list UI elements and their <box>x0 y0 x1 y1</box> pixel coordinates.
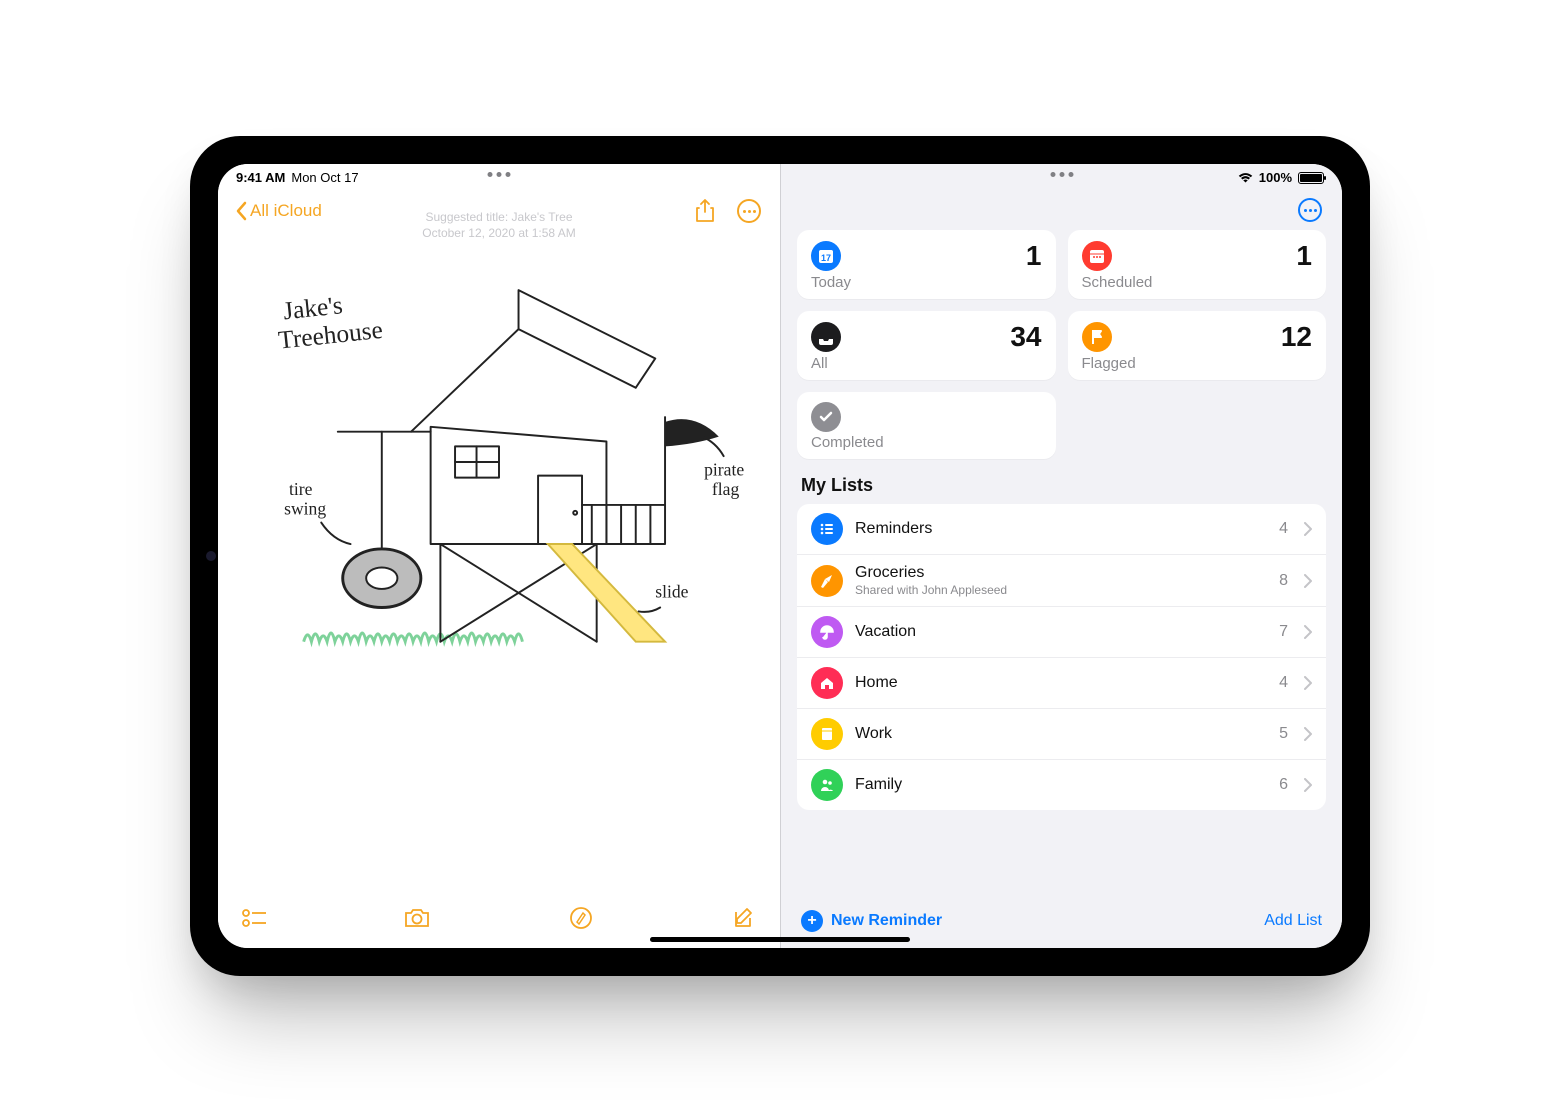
calendar-today-icon: 17 <box>811 241 841 271</box>
smart-scheduled[interactable]: 1 Scheduled <box>1068 230 1327 299</box>
treehouse-sketch: .ink{stroke:#222;stroke-width:2;fill:non… <box>244 251 754 671</box>
camera-icon <box>404 907 430 929</box>
markup-pen-icon <box>569 906 593 930</box>
camera-button[interactable] <box>403 904 431 932</box>
plus-circle-icon: + <box>801 910 823 932</box>
list-row[interactable]: GroceriesShared with John Appleseed 8 <box>797 555 1326 607</box>
checkmark-icon <box>811 402 841 432</box>
scheduled-label: Scheduled <box>1082 274 1313 291</box>
list-count: 4 <box>1279 674 1288 692</box>
my-lists-header: My Lists <box>781 459 1342 500</box>
markup-button[interactable] <box>567 904 595 932</box>
list-name: Work <box>855 725 1267 743</box>
umbrella-icon <box>811 616 843 648</box>
home-icon <box>811 667 843 699</box>
list-icon <box>811 513 843 545</box>
ipad-frame: 9:41 AM Mon Oct 17 100% All iCloud <box>190 136 1370 976</box>
notes-app: All iCloud Suggested title: Jake's Tree … <box>218 164 780 948</box>
svg-text:17: 17 <box>821 253 831 263</box>
tray-icon <box>811 322 841 352</box>
all-count: 34 <box>1010 321 1041 353</box>
carrot-icon <box>811 565 843 597</box>
list-text: Home <box>855 674 1267 692</box>
reminders-more-button[interactable] <box>1298 198 1322 222</box>
checklist-button[interactable] <box>240 904 268 932</box>
list-name: Family <box>855 776 1267 794</box>
list-text: GroceriesShared with John Appleseed <box>855 564 1267 597</box>
flag-icon <box>1082 322 1112 352</box>
svg-text:swing: swing <box>284 499 326 519</box>
note-metadata: Suggested title: Jake's Tree October 12,… <box>218 210 780 241</box>
chevron-right-icon <box>1304 522 1312 536</box>
completed-label: Completed <box>811 434 1042 451</box>
wifi-icon <box>1238 172 1253 184</box>
chevron-right-icon <box>1304 676 1312 690</box>
compose-icon <box>732 906 756 930</box>
svg-text:tire: tire <box>289 479 313 499</box>
battery-icon <box>1298 172 1324 184</box>
multitask-control-right[interactable] <box>1050 172 1073 177</box>
list-text: Vacation <box>855 623 1267 641</box>
list-count: 5 <box>1279 725 1288 743</box>
chevron-right-icon <box>1304 778 1312 792</box>
list-count: 8 <box>1279 572 1288 590</box>
list-text: Reminders <box>855 520 1267 538</box>
screen: 9:41 AM Mon Oct 17 100% All iCloud <box>218 164 1342 948</box>
status-bar: 9:41 AM Mon Oct 17 100% <box>236 170 1324 185</box>
my-lists-card: Reminders 4 GroceriesShared with John Appl… <box>797 504 1326 810</box>
home-indicator[interactable] <box>650 937 910 942</box>
list-text: Work <box>855 725 1267 743</box>
all-label: All <box>811 355 1042 372</box>
list-row[interactable]: Family 6 <box>797 760 1326 810</box>
list-row[interactable]: Work 5 <box>797 709 1326 760</box>
list-name: Reminders <box>855 520 1267 538</box>
people-icon <box>811 769 843 801</box>
list-row[interactable]: Home 4 <box>797 658 1326 709</box>
smart-flagged[interactable]: 12 Flagged <box>1068 311 1327 380</box>
new-reminder-button[interactable]: + New Reminder <box>801 910 942 932</box>
today-label: Today <box>811 274 1042 291</box>
compose-button[interactable] <box>730 904 758 932</box>
camera-dot <box>206 551 216 561</box>
list-name: Vacation <box>855 623 1267 641</box>
add-list-button[interactable]: Add List <box>1264 912 1322 930</box>
checklist-icon <box>242 908 266 928</box>
svg-text:pirate: pirate <box>704 460 744 480</box>
flagged-label: Flagged <box>1082 355 1313 372</box>
list-text: Family <box>855 776 1267 794</box>
book-icon <box>811 718 843 750</box>
svg-text:flag: flag <box>712 479 740 499</box>
calendar-icon <box>1082 241 1112 271</box>
smart-completed[interactable]: Completed <box>797 392 1056 459</box>
smart-today[interactable]: 17 1 Today <box>797 230 1056 299</box>
list-count: 7 <box>1279 623 1288 641</box>
chevron-right-icon <box>1304 625 1312 639</box>
list-name: Groceries <box>855 564 1267 582</box>
battery-percent: 100% <box>1259 170 1292 185</box>
list-row[interactable]: Vacation 7 <box>797 607 1326 658</box>
status-date: Mon Oct 17 <box>291 170 358 185</box>
smart-all[interactable]: 34 All <box>797 311 1056 380</box>
list-subtext: Shared with John Appleseed <box>855 583 1267 597</box>
note-drawing-area[interactable]: .ink{stroke:#222;stroke-width:2;fill:non… <box>218 241 780 894</box>
smart-lists-grid: 17 1 Today 1 Scheduled <box>781 230 1342 459</box>
list-name: Home <box>855 674 1267 692</box>
list-count: 6 <box>1279 776 1288 794</box>
today-count: 1 <box>1026 240 1042 272</box>
ellipsis-circle-icon <box>1298 198 1322 222</box>
chevron-right-icon <box>1304 574 1312 588</box>
scheduled-count: 1 <box>1296 240 1312 272</box>
reminders-app: 17 1 Today 1 Scheduled <box>780 164 1342 948</box>
status-time: 9:41 AM <box>236 170 285 185</box>
list-count: 4 <box>1279 520 1288 538</box>
new-reminder-label: New Reminder <box>831 912 942 930</box>
svg-text:slide: slide <box>655 582 688 602</box>
flagged-count: 12 <box>1281 321 1312 353</box>
chevron-right-icon <box>1304 727 1312 741</box>
list-row[interactable]: Reminders 4 <box>797 504 1326 555</box>
multitask-control-left[interactable] <box>488 172 511 177</box>
